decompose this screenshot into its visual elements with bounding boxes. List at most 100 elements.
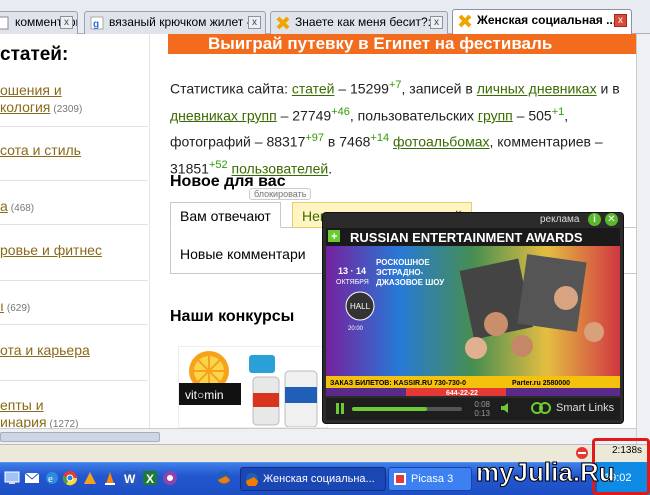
sidebar-item-relations[interactable]: ошения и кология (2309) — [0, 82, 148, 118]
divider — [0, 280, 148, 281]
tab-womens-social[interactable]: Женская социальная ... x — [452, 9, 632, 35]
taskbar-button-label: Женская социальна... — [263, 473, 375, 485]
svg-text:e: e — [48, 473, 53, 485]
sidebar-item-label[interactable]: кология — [0, 99, 50, 115]
tab-annoys-me[interactable]: Знаете как меня бесит?:... x — [270, 11, 448, 34]
excel-icon[interactable]: X — [142, 470, 158, 486]
sidebar-item-beauty[interactable]: сота и стиль — [0, 142, 148, 158]
vlc-icon[interactable] — [102, 470, 118, 486]
tab-title: Женская социальная ... — [477, 13, 617, 27]
taskbar-button-label: Picasa 3 — [411, 473, 454, 485]
delta-badge: +14 — [370, 132, 390, 145]
sidebar-item-label[interactable]: ошения и — [0, 82, 62, 98]
svg-text:g: g — [93, 19, 99, 30]
sidebar-item-health[interactable]: ровье и фитнес — [0, 242, 148, 258]
firefox-icon — [246, 473, 258, 486]
pause-icon[interactable] — [336, 403, 345, 414]
ad-month: ОКТЯБРЯ — [336, 279, 369, 286]
svg-text:X: X — [146, 472, 154, 486]
sidebar-item-work[interactable]: ота и карьера — [0, 342, 148, 358]
stats-text: , записей в — [401, 80, 477, 97]
close-icon[interactable]: x — [248, 16, 261, 29]
ad-date: 13 · 14 — [338, 266, 366, 276]
delta-badge: +97 — [305, 132, 325, 145]
ad-label: реклама — [540, 214, 580, 225]
elapsed-time: 0:08 — [474, 400, 490, 409]
site-statistics: Статистика сайта: статей – 15299+7, запи… — [170, 74, 640, 181]
tab-knitted-vest[interactable]: g вязаный крючком жилет -... x — [84, 11, 266, 34]
vitamin-brand: vit○min — [185, 388, 224, 402]
ad-partner: Parter.ru 2580000 — [512, 380, 570, 387]
ad-headline: RUSSIAN ENTERTAINMENT AWARDS — [350, 230, 583, 245]
block-button[interactable]: блокировать — [249, 188, 312, 200]
sidebar-title: статей: — [0, 44, 69, 65]
vitamin-contest-image[interactable]: vit○min — [178, 346, 328, 428]
site-watermark-logo: myJulia.Ru — [476, 457, 616, 488]
svg-text:+: + — [331, 231, 337, 243]
tab-title: Знаете как меня бесит?:... — [295, 15, 441, 29]
sidebar-item-label[interactable]: епты и — [0, 397, 44, 413]
personal-diaries-link[interactable]: личных дневниках — [477, 81, 597, 97]
ad-poster[interactable]: + RUSSIAN ENTERTAINMENT AWARDS 13 · 14 О… — [326, 228, 620, 396]
stats-text: Статистика сайта: — [170, 80, 292, 97]
close-icon[interactable]: x — [614, 14, 627, 27]
chrome-icon[interactable] — [62, 470, 78, 486]
stats-text: . — [328, 160, 333, 177]
total-time: 0:13 — [474, 409, 490, 418]
close-ad-button[interactable]: ✕ — [605, 213, 618, 226]
taskbar-picasa-window[interactable]: Picasa 3 — [388, 467, 472, 491]
tab-comments[interactable]: комментари... x — [0, 11, 78, 34]
ad-phone: 644-22-22 — [446, 390, 478, 396]
sidebar-item-label[interactable]: ровье и фитнес — [0, 242, 102, 258]
stats-text: – 27749 — [276, 107, 332, 124]
promo-banner[interactable]: Выиграй путевку в Египет на фестиваль — [168, 34, 638, 54]
smart-links-icon[interactable] — [530, 401, 552, 415]
group-diaries-link[interactable]: дневниках групп — [170, 107, 277, 123]
video-progress-bar[interactable] — [352, 407, 462, 411]
info-icon[interactable]: i — [588, 213, 601, 226]
svg-text:W: W — [124, 472, 136, 486]
display-icon[interactable] — [4, 470, 20, 486]
ad-subtitle: РОСКОШНОЕ ЭСТРАДНО-ДЖАЗОВОЕ ШОУ — [376, 258, 445, 287]
close-icon[interactable]: x — [60, 16, 73, 29]
divider — [0, 380, 148, 381]
ie-icon[interactable]: e — [44, 470, 60, 486]
liru-icon — [458, 14, 472, 28]
stats-text: и в — [596, 80, 620, 97]
sidebar-item-count: (468) — [10, 203, 35, 214]
concert-poster-art: + RUSSIAN ENTERTAINMENT AWARDS 13 · 14 О… — [326, 228, 620, 396]
picasa-icon[interactable] — [162, 470, 178, 486]
delta-badge: +1 — [551, 105, 565, 118]
ad-tickets: ЗАКАЗ БИЛЕТОВ: KASSIR.RU 730-730-0 — [330, 380, 466, 387]
taskbar-firefox-window[interactable]: Женская социальна... — [240, 467, 386, 491]
new-comments-text[interactable]: Новые комментари — [180, 246, 306, 262]
firefox-icon[interactable] — [216, 470, 232, 486]
groups-link[interactable]: групп — [478, 107, 513, 123]
winamp-icon[interactable] — [82, 470, 98, 486]
picasa-icon — [394, 473, 406, 485]
delta-badge: +7 — [388, 79, 402, 91]
photo-albums-link[interactable]: фотоальбомах — [393, 134, 490, 150]
horizontal-scroll-thumb[interactable] — [0, 432, 160, 442]
sidebar-item-label[interactable]: ота и карьера — [0, 342, 90, 358]
email-icon[interactable] — [24, 470, 40, 486]
divider — [0, 224, 148, 225]
sidebar-item-label[interactable]: сота и стиль — [0, 142, 81, 158]
vertical-scrollbar[interactable] — [636, 34, 650, 444]
tab-replies[interactable]: Вам отвечают — [170, 202, 281, 228]
close-icon[interactable]: x — [430, 16, 443, 29]
sidebar-item-label[interactable]: а — [0, 198, 8, 214]
sidebar-item-a[interactable]: а (468) — [0, 198, 148, 214]
video-times: 0:08 0:13 — [468, 400, 490, 418]
sidebar-item-count: (629) — [6, 303, 31, 314]
smart-links-label[interactable]: Smart Links — [556, 402, 614, 414]
word-icon[interactable]: W — [122, 470, 138, 486]
articles-link[interactable]: статей — [292, 81, 335, 97]
vitamin-illustration: vit○min — [179, 351, 318, 427]
volume-icon[interactable] — [500, 402, 512, 414]
stats-text: , пользовательских — [349, 107, 478, 124]
sidebar-item-label[interactable]: ı — [0, 298, 4, 314]
sidebar-item-i[interactable]: ı (629) — [0, 298, 148, 314]
tab-title: вязаный крючком жилет -... — [109, 15, 261, 29]
ad-hall: HALL — [350, 302, 371, 311]
